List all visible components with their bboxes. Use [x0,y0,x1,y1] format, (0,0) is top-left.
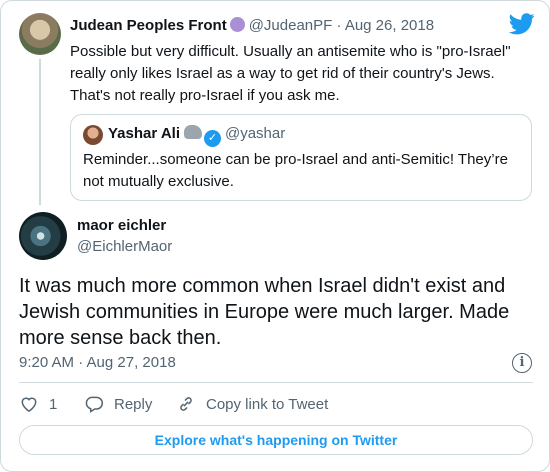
purple-circle-emoji-icon [229,17,245,32]
divider [19,382,533,383]
tweet-timestamp[interactable]: 9:20 AM · Aug 27, 2018 [19,354,176,371]
info-icon[interactable]: i [512,353,532,373]
main-handle[interactable]: @EichlerMaor [77,238,172,255]
like-count: 1 [49,395,58,413]
reply-bubble-icon [85,396,104,413]
quoted-tweet-text: Reminder...someone can be pro-Israel and… [83,151,508,190]
parent-tweet-text: Possible but very difficult. Usually an … [70,43,511,104]
explore-twitter-button[interactable]: Explore what's happening on Twitter [19,425,533,455]
tweet-embed-card: Judean Peoples Front @JudeanPF · Aug 26, … [0,0,550,472]
parent-handle[interactable]: @JudeanPF [249,17,333,34]
like-button[interactable]: 1 [19,394,57,414]
reply-label: Reply [114,395,153,413]
main-avatar[interactable] [19,212,67,260]
reply-button[interactable]: Reply [84,394,152,414]
parent-tweet-header: Judean Peoples Front @JudeanPF · Aug 26, … [70,17,434,34]
link-icon [180,397,192,411]
quoted-tweet-header: Yashar Ali ✓ @yashar [108,125,285,147]
twitter-bird-icon[interactable] [509,13,535,35]
parent-date[interactable]: · Aug 26, 2018 [336,17,434,34]
heart-icon [21,397,37,412]
quoted-handle: @yashar [224,125,286,142]
parent-avatar[interactable] [19,13,61,55]
copy-link-button[interactable]: Copy link to Tweet [176,394,328,414]
elephant-emoji-icon [183,125,202,139]
quoted-tweet-card[interactable]: Yashar Ali ✓ @yashar Reminder...someone ca… [70,114,532,201]
main-display-name[interactable]: maor eichler [77,217,166,234]
parent-display-name[interactable]: Judean Peoples Front [70,17,227,34]
quoted-display-name: Yashar Ali [108,125,180,142]
quoted-avatar [83,125,103,145]
verified-badge-icon: ✓ [203,130,221,147]
thread-connector-line [39,59,41,205]
copy-link-label: Copy link to Tweet [206,395,329,413]
main-tweet-text: It was much more common when Israel didn… [19,275,510,349]
